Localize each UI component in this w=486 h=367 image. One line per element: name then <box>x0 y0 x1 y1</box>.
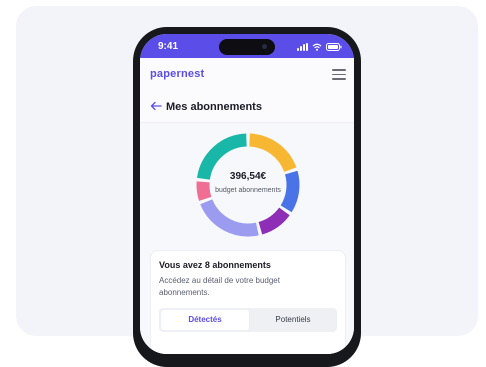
phone-screen: 9:41 papernest Mes abonnements 396,54€ b… <box>140 34 354 354</box>
budget-amount: 396,54€ <box>229 171 267 182</box>
tab-detectes[interactable]: Détectés <box>161 310 249 330</box>
battery-icon <box>326 43 342 51</box>
wifi-icon <box>312 43 322 51</box>
subscriptions-card: Vous avez 8 abonnements Accédez au détai… <box>150 250 346 354</box>
tab-potentiels[interactable]: Potentiels <box>249 308 337 332</box>
donut-segment-lavender <box>200 199 259 237</box>
subscriptions-count-title: Vous avez 8 abonnements <box>159 260 271 270</box>
donut-segment-purple <box>258 207 290 235</box>
subscriptions-tabs: Détectés Potentiels <box>159 308 337 332</box>
page-header: Mes abonnements <box>140 90 354 122</box>
budget-label: budget abonnements <box>215 187 281 194</box>
budget-donut-chart <box>196 133 300 237</box>
donut-segment-yellow <box>249 133 297 173</box>
camera-icon <box>262 44 267 49</box>
status-time: 9:41 <box>158 41 179 52</box>
subscriptions-description: Accédez au détail de votre budget abonne… <box>159 276 280 297</box>
papernest-logo[interactable]: papernest <box>150 68 204 80</box>
app-bar: papernest <box>140 58 354 90</box>
dynamic-island <box>219 39 275 55</box>
status-bar: 9:41 <box>140 34 354 58</box>
back-arrow-icon[interactable] <box>150 100 162 112</box>
page-title: Mes abonnements <box>166 101 262 113</box>
system-icons <box>297 41 342 51</box>
hamburger-menu-icon[interactable] <box>332 68 346 80</box>
signal-icon <box>297 43 308 51</box>
